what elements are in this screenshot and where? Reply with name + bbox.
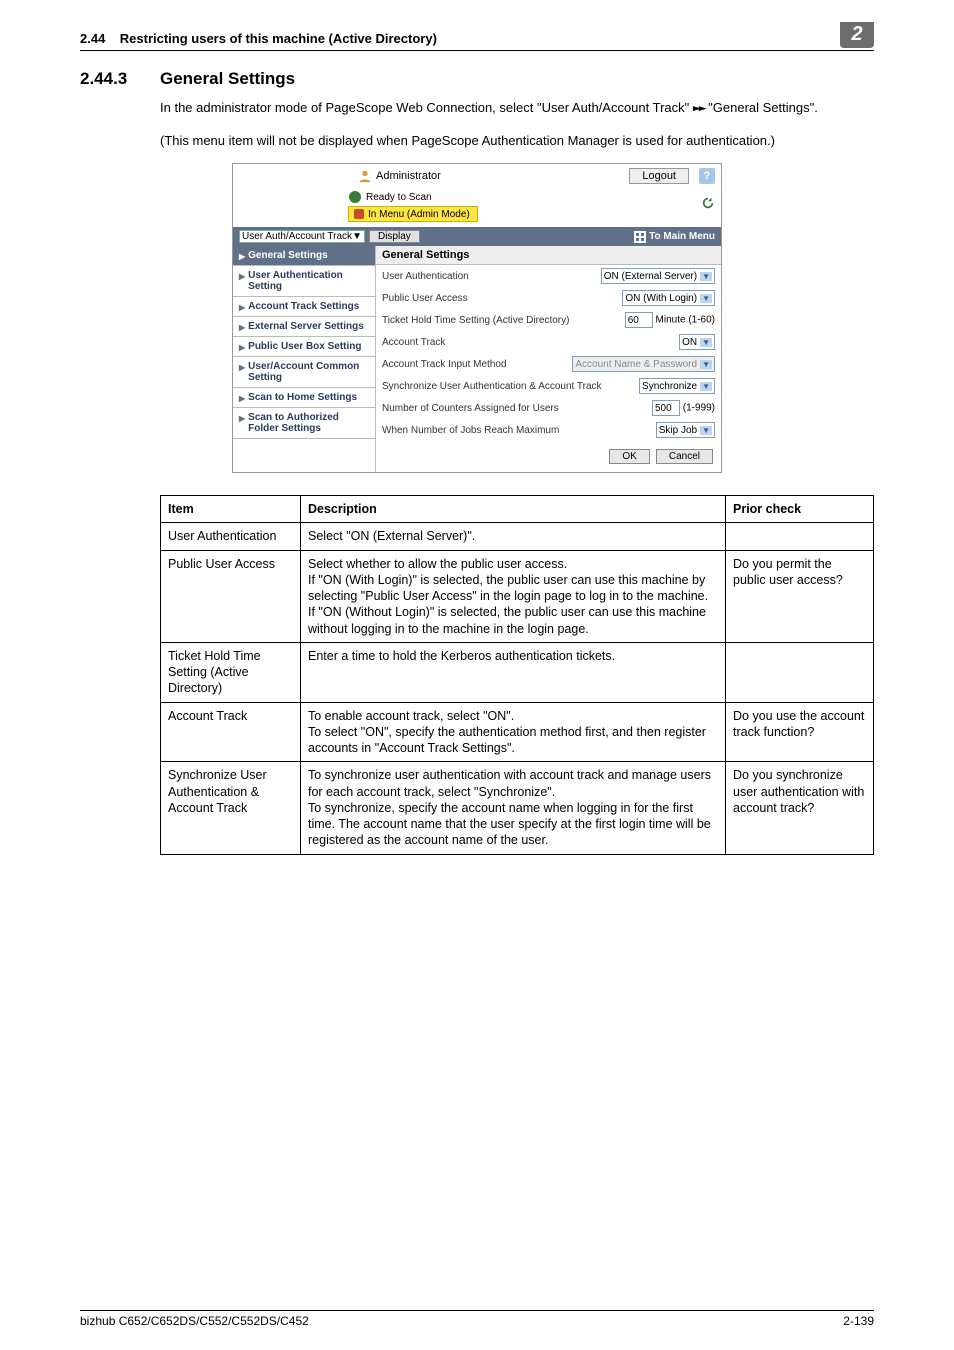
table-cell-desc: Enter a time to hold the Kerberos authen… xyxy=(301,642,726,702)
section-heading: 2.44.3 General Settings xyxy=(80,69,874,89)
table-header-item: Item xyxy=(161,496,301,523)
account-track-select[interactable]: ON▼ xyxy=(679,334,715,350)
table-cell-prior: Do you permit the public user access? xyxy=(726,550,874,642)
table-cell-prior: Do you use the account track function? xyxy=(726,702,874,762)
table-cell-item: Ticket Hold Time Setting (Active Directo… xyxy=(161,642,301,702)
counters-suffix: (1-999) xyxy=(683,403,715,414)
in-menu-banner: In Menu (Admin Mode) xyxy=(348,206,478,222)
intro-paragraph-1: In the administrator mode of PageScope W… xyxy=(160,99,874,118)
screenshot-sidebar: ▶General Settings ▶User Authentication S… xyxy=(233,246,375,472)
footer-page-number: 2-139 xyxy=(843,1314,874,1328)
display-button[interactable]: Display xyxy=(369,230,420,243)
table-header-prior-check: Prior check xyxy=(726,496,874,523)
sidebar-item-scan-to-home[interactable]: ▶Scan to Home Settings xyxy=(233,388,375,408)
ticket-hold-suffix: Minute (1-60) xyxy=(656,315,715,326)
table-row: Public User Access Select whether to all… xyxy=(161,550,874,642)
table-cell-prior: Do you synchronize user authentication w… xyxy=(726,762,874,854)
table-cell-desc: Select whether to allow the public user … xyxy=(301,550,726,642)
public-access-select[interactable]: ON (With Login)▼ xyxy=(622,290,715,306)
heading-number: 2.44.3 xyxy=(80,69,160,89)
user-auth-label: User Authentication xyxy=(382,271,595,282)
page-footer: bizhub C652/C652DS/C552/C552DS/C452 2-13… xyxy=(80,1310,874,1328)
table-cell-desc: Select "ON (External Server)". xyxy=(301,523,726,550)
table-row: Synchronize User Authentication & Accoun… xyxy=(161,762,874,854)
jobs-max-label: When Number of Jobs Reach Maximum xyxy=(382,425,650,436)
help-icon[interactable]: ? xyxy=(699,168,715,184)
table-header-description: Description xyxy=(301,496,726,523)
footer-model: bizhub C652/C652DS/C552/C552DS/C452 xyxy=(80,1314,309,1328)
account-track-label: Account Track xyxy=(382,337,673,348)
refresh-icon[interactable] xyxy=(701,196,715,210)
to-main-icon xyxy=(634,231,646,243)
administrator-icon xyxy=(358,169,372,183)
table-cell-desc: To enable account track, select "ON". To… xyxy=(301,702,726,762)
table-row: Account Track To enable account track, s… xyxy=(161,702,874,762)
synchronize-label: Synchronize User Authentication & Accoun… xyxy=(382,381,633,392)
intro-paragraph-2: (This menu item will not be displayed wh… xyxy=(160,132,874,150)
cancel-button[interactable]: Cancel xyxy=(656,449,713,464)
table-row: User Authentication Select "ON (External… xyxy=(161,523,874,550)
synchronize-select[interactable]: Synchronize▼ xyxy=(639,378,715,394)
table-cell-prior xyxy=(726,523,874,550)
counters-input[interactable]: 500 xyxy=(652,400,680,416)
table-row: Ticket Hold Time Setting (Active Directo… xyxy=(161,642,874,702)
administrator-label: Administrator xyxy=(376,170,441,182)
description-table: Item Description Prior check User Authen… xyxy=(160,495,874,855)
ok-button[interactable]: OK xyxy=(609,449,649,464)
wrench-icon xyxy=(353,208,365,220)
table-cell-item: Synchronize User Authentication & Accoun… xyxy=(161,762,301,854)
jobs-max-select[interactable]: Skip Job▼ xyxy=(656,422,715,438)
user-auth-select[interactable]: ON (External Server)▼ xyxy=(601,268,715,284)
table-cell-item: User Authentication xyxy=(161,523,301,550)
header-section-title: Restricting users of this machine (Activ… xyxy=(120,31,437,46)
running-header: 2.44 Restricting users of this machine (… xyxy=(80,28,874,51)
table-cell-item: Account Track xyxy=(161,702,301,762)
sidebar-item-public-user-box-setting[interactable]: ▶Public User Box Setting xyxy=(233,337,375,357)
pane-title: General Settings xyxy=(376,246,721,265)
public-access-label: Public User Access xyxy=(382,293,616,304)
ticket-hold-label: Ticket Hold Time Setting (Active Directo… xyxy=(382,315,619,326)
logout-button[interactable]: Logout xyxy=(629,168,689,184)
account-input-method-label: Account Track Input Method xyxy=(382,359,566,370)
sidebar-item-general-settings[interactable]: ▶General Settings xyxy=(233,246,375,266)
ready-icon xyxy=(348,190,362,204)
table-cell-prior xyxy=(726,642,874,702)
table-cell-desc: To synchronize user authentication with … xyxy=(301,762,726,854)
to-main-menu-link[interactable]: To Main Menu xyxy=(634,231,715,243)
sidebar-item-user-auth-setting[interactable]: ▶User Authentication Setting xyxy=(233,266,375,297)
ready-label: Ready to Scan xyxy=(366,192,432,203)
heading-title: General Settings xyxy=(160,69,295,89)
sidebar-item-account-track-settings[interactable]: ▶Account Track Settings xyxy=(233,297,375,317)
chapter-badge: 2 xyxy=(840,22,874,48)
ticket-hold-input[interactable]: 60 xyxy=(625,312,653,328)
sidebar-item-user-account-common[interactable]: ▶User/Account Common Setting xyxy=(233,357,375,388)
sidebar-item-external-server-settings[interactable]: ▶External Server Settings xyxy=(233,317,375,337)
tab-select[interactable]: User Auth/Account Track▼ xyxy=(239,230,365,243)
double-arrow-icon: ►► xyxy=(693,101,705,116)
table-cell-item: Public User Access xyxy=(161,550,301,642)
embedded-screenshot: Administrator Logout ? Ready to Scan In … xyxy=(232,163,722,473)
header-section-ref: 2.44 xyxy=(80,31,105,46)
sidebar-item-scan-to-authorized-folder[interactable]: ▶Scan to Authorized Folder Settings xyxy=(233,408,375,439)
counters-label: Number of Counters Assigned for Users xyxy=(382,403,646,414)
account-input-method-select: Account Name & Password▼ xyxy=(572,356,715,372)
